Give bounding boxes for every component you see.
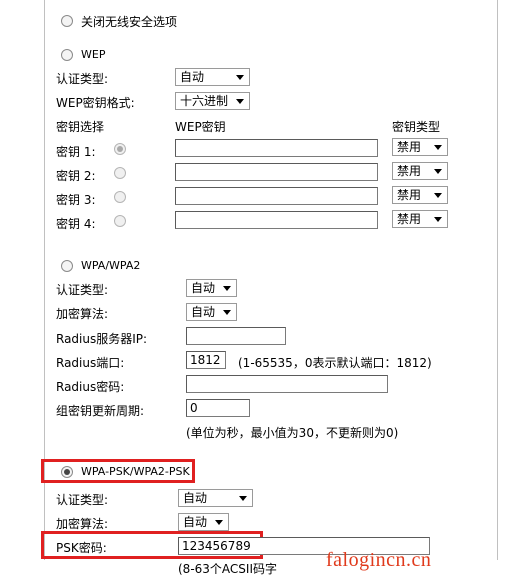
wep-col-key: WEP密钥 (175, 120, 226, 134)
chevron-down-icon (434, 193, 442, 198)
wep-col-select: 密钥选择 (56, 120, 105, 134)
wpa-auth-label: 认证类型: (56, 283, 109, 297)
option-wep-label: WEP (81, 48, 106, 61)
chevron-down-icon (236, 99, 244, 104)
wpa-auth-select[interactable]: 自动 (186, 279, 237, 297)
psk-pwd-hint: (8-63个ACSII码字 (178, 562, 277, 576)
option-wpa-label: WPA/WPA2 (81, 259, 141, 272)
wep-key2-type-value: 禁用 (397, 164, 422, 178)
wep-key4-radio[interactable] (114, 215, 126, 227)
wep-key2-type-select[interactable]: 禁用 (392, 162, 448, 180)
wep-key3-radio[interactable] (114, 191, 126, 203)
wep-format-value: 十六进制 (180, 94, 229, 108)
chevron-down-icon (434, 145, 442, 150)
wpa-enc-select[interactable]: 自动 (186, 303, 237, 321)
wep-key1-input[interactable] (175, 139, 378, 157)
wep-key1-type-select[interactable]: 禁用 (392, 138, 448, 156)
chevron-down-icon (239, 496, 247, 501)
wep-key1-label: 密钥 1: (56, 145, 96, 159)
wep-key4-input[interactable] (175, 211, 378, 229)
wep-key1-radio[interactable] (114, 143, 126, 155)
wep-key3-label: 密钥 3: (56, 193, 96, 207)
wpa-radius-ip-label: Radius服务器IP: (56, 332, 148, 346)
radio-wep[interactable] (61, 49, 73, 61)
wpa-rekey-input[interactable]: 0 (186, 399, 250, 417)
psk-pwd-value: 123456789 (182, 539, 251, 553)
wep-col-type: 密钥类型 (392, 120, 441, 134)
wep-key2-input[interactable] (175, 163, 378, 181)
wpa-rekey-value: 0 (190, 401, 198, 415)
wep-key3-type-value: 禁用 (397, 188, 422, 202)
chevron-down-icon (223, 286, 231, 291)
wpa-auth-value: 自动 (191, 281, 216, 295)
wpa-radius-port-value: 1812 (190, 353, 221, 367)
psk-pwd-label: PSK密码: (56, 541, 107, 555)
wep-auth-value: 自动 (180, 70, 205, 84)
wep-key2-label: 密钥 2: (56, 169, 96, 183)
psk-auth-label: 认证类型: (56, 493, 109, 507)
radio-wpa-psk[interactable] (61, 466, 73, 478)
watermark-text: falogincn.cn (326, 549, 432, 571)
wep-format-select[interactable]: 十六进制 (175, 92, 250, 110)
wpa-radius-port-hint: (1-65535，0表示默认端口：1812) (238, 356, 432, 370)
wep-format-label: WEP密钥格式: (56, 96, 135, 110)
option-wpa-psk-label: WPA-PSK/WPA2-PSK (81, 465, 190, 478)
wep-key1-type-value: 禁用 (397, 140, 422, 154)
chevron-down-icon (236, 75, 244, 80)
frame-right-border (497, 0, 498, 560)
psk-auth-select[interactable]: 自动 (178, 489, 253, 507)
psk-enc-label: 加密算法: (56, 517, 109, 531)
chevron-down-icon (223, 310, 231, 315)
radio-disable-security[interactable] (61, 15, 73, 27)
wpa-radius-port-input[interactable]: 1812 (186, 351, 226, 369)
chevron-down-icon (434, 217, 442, 222)
wpa-enc-label: 加密算法: (56, 307, 109, 321)
wep-auth-label: 认证类型: (56, 72, 109, 86)
psk-enc-value: 自动 (183, 515, 208, 529)
wep-key4-type-select[interactable]: 禁用 (392, 210, 448, 228)
wpa-enc-value: 自动 (191, 305, 216, 319)
wep-key3-input[interactable] (175, 187, 378, 205)
wpa-radius-port-label: Radius端口: (56, 356, 125, 370)
wep-key4-label: 密钥 4: (56, 217, 96, 231)
wep-key2-radio[interactable] (114, 167, 126, 179)
wep-key4-type-value: 禁用 (397, 212, 422, 226)
wep-auth-select[interactable]: 自动 (175, 68, 250, 86)
wpa-radius-ip-input[interactable] (186, 327, 286, 345)
option-disable-label: 关闭无线安全选项 (81, 15, 178, 29)
wep-key3-type-select[interactable]: 禁用 (392, 186, 448, 204)
wpa-radius-pwd-input[interactable] (186, 375, 388, 393)
psk-auth-value: 自动 (183, 491, 208, 505)
psk-enc-select[interactable]: 自动 (178, 513, 229, 531)
wpa-rekey-label: 组密钥更新周期: (56, 404, 145, 418)
chevron-down-icon (215, 520, 223, 525)
chevron-down-icon (434, 169, 442, 174)
radio-wpa[interactable] (61, 260, 73, 272)
wpa-radius-pwd-label: Radius密码: (56, 380, 125, 394)
wpa-rekey-hint: (单位为秒，最小值为30，不更新则为0) (186, 426, 399, 440)
